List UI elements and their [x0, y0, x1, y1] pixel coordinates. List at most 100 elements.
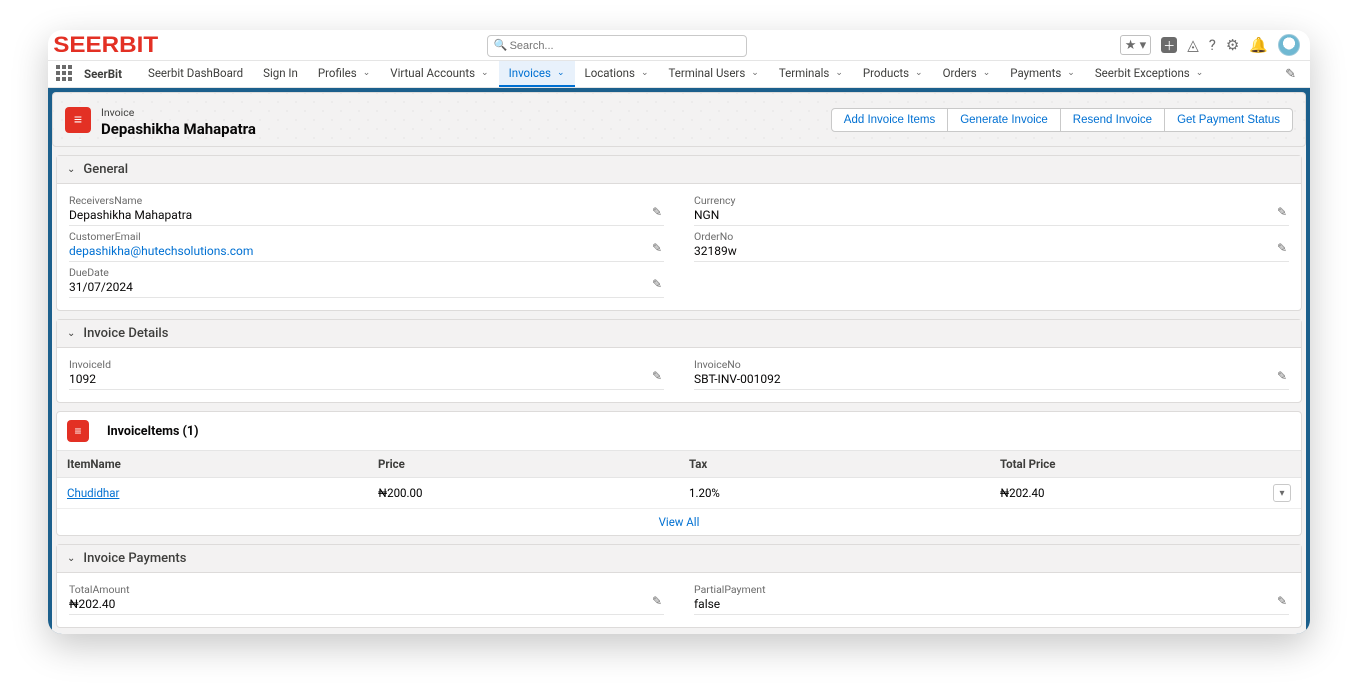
chevron-down-icon: ⌄ — [557, 68, 565, 78]
nav-item-invoices[interactable]: Invoices ⌄ — [499, 61, 575, 87]
chevron-down-icon: ⌄ — [1196, 68, 1204, 78]
field-invoiceno: InvoiceNoSBT-INV-001092✎ — [694, 356, 1289, 390]
field-totalamount: TotalAmount₦202.40✎ — [69, 581, 664, 615]
field-duedate: DueDate31/07/2024✎ — [69, 264, 664, 298]
field-value: 32189w — [694, 243, 1289, 258]
help-icon[interactable]: ? — [1209, 36, 1216, 54]
nav-item-orders[interactable]: Orders ⌄ — [933, 61, 1001, 87]
record-title: Depashikha Mahapatra — [101, 120, 256, 138]
field-value: NGN — [694, 207, 1289, 222]
related-list-title: InvoiceItems (1) — [107, 424, 198, 439]
row-actions-menu[interactable]: ▾ — [1273, 484, 1291, 502]
table-row: Chudidhar ₦200.001.20%₦202.40 ▾ — [57, 478, 1301, 509]
global-search-input[interactable] — [487, 35, 747, 57]
field-label: PartialPayment — [694, 583, 1289, 596]
nav-item-sign-in[interactable]: Sign In — [253, 61, 308, 87]
nav-item-label: Virtual Accounts — [390, 66, 475, 80]
edit-pencil-icon[interactable]: ✎ — [1277, 594, 1287, 608]
section-invoice-payments-title: Invoice Payments — [83, 551, 186, 566]
edit-pencil-icon[interactable]: ✎ — [1277, 369, 1287, 383]
nav-item-seerbit-dashboard[interactable]: Seerbit DashBoard — [138, 61, 253, 87]
section-general-title: General — [83, 162, 128, 177]
create-icon[interactable]: ＋ — [1161, 37, 1177, 53]
resend-invoice-button[interactable]: Resend Invoice — [1061, 108, 1165, 132]
add-invoice-items-button[interactable]: Add Invoice Items — [831, 108, 948, 132]
nav-item-virtual-accounts[interactable]: Virtual Accounts ⌄ — [380, 61, 498, 87]
nav-item-label: Products — [863, 66, 909, 80]
edit-pencil-icon[interactable]: ✎ — [652, 205, 662, 219]
edit-pencil-icon[interactable]: ✎ — [652, 369, 662, 383]
chevron-down-icon: ⌄ — [67, 164, 75, 175]
chevron-down-icon: ⌄ — [983, 68, 991, 78]
nav-item-label: Terminals — [779, 66, 830, 80]
chevron-down-icon: ⌄ — [481, 68, 489, 78]
field-label: Currency — [694, 194, 1289, 207]
field-label: OrderNo — [694, 230, 1289, 243]
app-name: SeerBit — [84, 67, 122, 81]
section-general-header[interactable]: ⌄ General — [57, 156, 1301, 184]
nav-item-label: Seerbit DashBoard — [148, 66, 243, 80]
nav-item-payments[interactable]: Payments ⌄ — [1000, 61, 1085, 87]
chevron-down-icon: ⌄ — [67, 328, 75, 339]
nav-item-label: Profiles — [318, 66, 357, 80]
edit-pencil-icon[interactable]: ✎ — [652, 241, 662, 255]
nav-item-label: Sign In — [263, 66, 298, 80]
field-invoiceid: InvoiceId1092✎ — [69, 356, 664, 390]
field-label: DueDate — [69, 266, 664, 279]
chevron-down-icon: ⌄ — [1067, 68, 1075, 78]
section-invoice-details-title: Invoice Details — [83, 326, 168, 341]
brand-logo: SEERBIT — [58, 30, 153, 60]
nav-item-seerbit-exceptions[interactable]: Seerbit Exceptions⌄ — [1085, 61, 1213, 87]
guidance-icon[interactable]: ◬ — [1187, 36, 1199, 54]
favorites-button[interactable]: ★ ▾ — [1120, 35, 1151, 55]
edit-pencil-icon[interactable]: ✎ — [1277, 205, 1287, 219]
get-payment-status-button[interactable]: Get Payment Status — [1165, 108, 1293, 132]
field-partialpayment: PartialPaymentfalse✎ — [694, 581, 1289, 615]
nav-item-terminals[interactable]: Terminals ⌄ — [769, 61, 853, 87]
nav-item-terminal-users[interactable]: Terminal Users⌄ — [659, 61, 769, 87]
nav-item-label: Orders — [943, 66, 977, 80]
column-header: Price — [368, 451, 679, 478]
item-link[interactable]: Chudidhar — [67, 486, 119, 500]
cell-value: ₦200.00 — [368, 478, 679, 509]
edit-nav-pencil-icon[interactable]: ✎ — [1279, 67, 1302, 82]
field-customeremail: CustomerEmaildepashikha@hutechsolutions.… — [69, 228, 664, 262]
chevron-down-icon: ⌄ — [363, 68, 371, 78]
generate-invoice-button[interactable]: Generate Invoice — [948, 108, 1061, 132]
field-value: Depashikha Mahapatra — [69, 207, 664, 222]
field-label: CustomerEmail — [69, 230, 664, 243]
app-launcher-icon[interactable] — [56, 65, 74, 83]
section-invoice-payments-header[interactable]: ⌄ Invoice Payments — [57, 545, 1301, 573]
nav-item-locations[interactable]: Locations ⌄ — [575, 61, 659, 87]
cell-value: ₦202.40 — [990, 478, 1263, 509]
notifications-bell-icon[interactable]: 🔔 — [1249, 36, 1268, 54]
field-value[interactable]: depashikha@hutechsolutions.com — [69, 243, 664, 258]
column-header: ItemName — [57, 451, 368, 478]
record-object-label: Invoice — [101, 106, 134, 119]
field-label: ReceiversName — [69, 194, 664, 207]
edit-pencil-icon[interactable]: ✎ — [1277, 241, 1287, 255]
chevron-down-icon: ⌄ — [641, 68, 649, 78]
chevron-down-icon: ⌄ — [835, 68, 843, 78]
chevron-down-icon: ⌄ — [751, 68, 759, 78]
invoice-items-icon — [67, 420, 89, 442]
field-value: SBT-INV-001092 — [694, 371, 1289, 386]
section-invoice-details-header[interactable]: ⌄ Invoice Details — [57, 320, 1301, 348]
field-orderno: OrderNo32189w✎ — [694, 228, 1289, 262]
view-all-link[interactable]: View All — [659, 515, 700, 529]
nav-item-products[interactable]: Products⌄ — [853, 61, 933, 87]
edit-pencil-icon[interactable]: ✎ — [652, 594, 662, 608]
field-value: 31/07/2024 — [69, 279, 664, 294]
nav-item-label: Invoices — [509, 66, 551, 80]
setup-gear-icon[interactable]: ⚙ — [1226, 36, 1239, 54]
field-receiversname: ReceiversNameDepashikha Mahapatra✎ — [69, 192, 664, 226]
nav-item-label: Locations — [585, 66, 635, 80]
field-value: 1092 — [69, 371, 664, 386]
field-label: TotalAmount — [69, 583, 664, 596]
edit-pencil-icon[interactable]: ✎ — [652, 277, 662, 291]
nav-item-label: Payments — [1010, 66, 1061, 80]
cell-value: 1.20% — [679, 478, 990, 509]
chevron-down-icon: ⌄ — [67, 553, 75, 564]
avatar[interactable] — [1278, 34, 1300, 56]
nav-item-profiles[interactable]: Profiles ⌄ — [308, 61, 380, 87]
